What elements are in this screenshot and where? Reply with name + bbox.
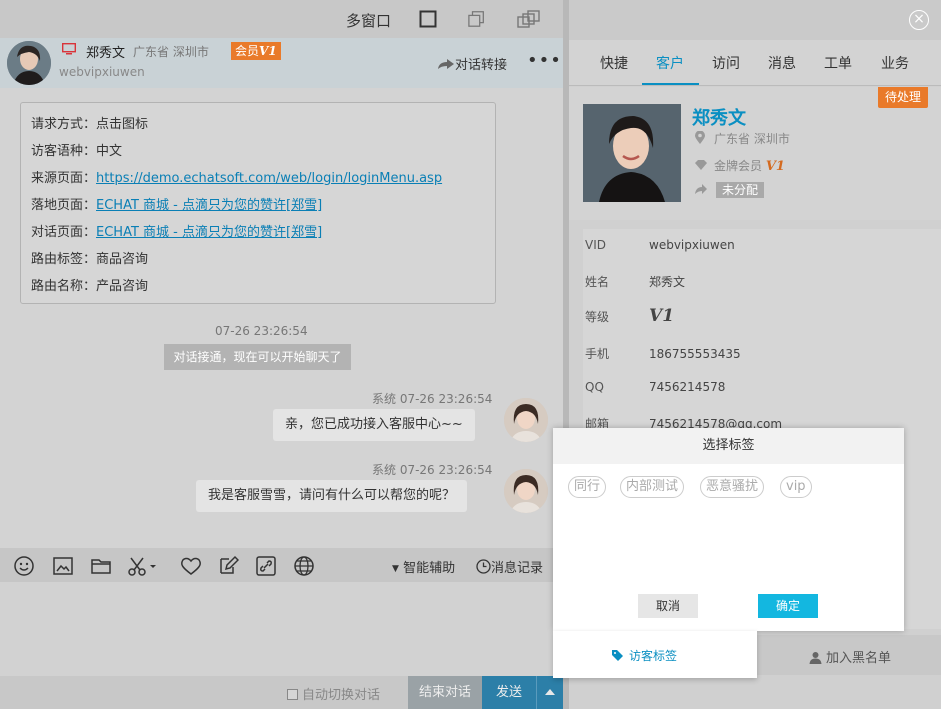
message-history-button[interactable]: 消息记录 <box>476 557 543 576</box>
dropdown-triangle-icon: ▼ <box>392 564 399 574</box>
connect-timestamp: 07-26 23:26:54 <box>215 324 308 338</box>
visitor-info-card: 请求方式：点击图标 访客语种：中文 来源页面：https://demo.echa… <box>20 102 496 304</box>
info-row-route-tag: 路由标签：商品咨询 <box>31 252 149 267</box>
edit-note-icon[interactable] <box>217 555 239 577</box>
message-input[interactable] <box>0 582 563 676</box>
tag-chip[interactable]: 内部测试 <box>620 476 685 498</box>
smart-assist-button[interactable]: ▼ 智能辅助 <box>392 557 455 576</box>
folder-icon[interactable] <box>90 555 112 577</box>
select-tag-dialog: 选择标签 同行 内部测试 恶意骚扰 vip 取消 确定 <box>553 428 904 631</box>
panel-top-bar: × <box>569 0 941 40</box>
favorite-heart-icon[interactable] <box>180 555 202 577</box>
info-row-request: 请求方式：点击图标 <box>31 117 149 132</box>
landing-page-link[interactable]: ECHAT 商城 - 点滴只为您的赞许[郑雪] <box>96 198 322 213</box>
auto-switch-checkbox[interactable]: 自动切换对话 <box>287 684 380 703</box>
info-row-source: 来源页面：https://demo.echatsoft.com/web/logi… <box>31 171 443 186</box>
chat-page-link[interactable]: ECHAT 商城 - 点滴只为您的赞许[郑雪] <box>96 225 322 240</box>
agent-avatar <box>504 469 548 513</box>
tag-chip[interactable]: 恶意骚扰 <box>700 476 765 498</box>
detail-row-qq: QQ 7456214578 <box>585 380 726 394</box>
member-badge: 会员V1 <box>231 42 281 60</box>
tab-customer[interactable]: 客户 <box>656 53 684 73</box>
panel-tabs: 快捷 客户 访问 消息 工单 业务 <box>569 40 941 86</box>
add-blacklist-button[interactable]: 加入黑名单 <box>809 647 891 666</box>
active-tab-indicator <box>642 83 699 85</box>
caret-up-icon <box>545 689 555 695</box>
tag-chip[interactable]: vip <box>780 476 812 498</box>
tab-business[interactable]: 业务 <box>881 53 909 73</box>
input-toolbar: ▼ 智能辅助 消息记录 <box>0 548 563 582</box>
customer-assign: 未分配 <box>694 182 765 198</box>
info-row-chat-page: 对话页面：ECHAT 商城 - 点滴只为您的赞许[郑雪] <box>31 225 323 240</box>
restore-icon[interactable] <box>468 10 486 28</box>
message-bubble: 亲，您已成功接入客服中心~~ <box>273 409 475 441</box>
title-bar: 多窗口 <box>0 0 563 38</box>
message-area: 请求方式：点击图标 访客语种：中文 来源页面：https://demo.echa… <box>0 88 563 548</box>
info-row-landing: 落地页面：ECHAT 商城 - 点滴只为您的赞许[郑雪] <box>31 198 323 213</box>
message-meta: 系统 07-26 23:26:54 <box>372 463 493 477</box>
unassigned-badge[interactable]: 未分配 <box>716 182 765 198</box>
chat-header: 郑秀文 广东省 深圳市 会员V1 webvipxiuwen 对话转接 ••• <box>0 38 563 88</box>
image-icon[interactable] <box>52 555 74 577</box>
visitor-id: webvipxiuwen <box>59 65 145 79</box>
link-icon[interactable] <box>255 555 277 577</box>
location-pin-icon <box>695 130 705 144</box>
dialog-title: 选择标签 <box>553 428 904 464</box>
visitor-avatar <box>7 41 51 85</box>
tab-visit[interactable]: 访问 <box>712 53 740 73</box>
screenshot-scissors-icon[interactable] <box>126 555 160 577</box>
customer-level-badge: V1 <box>765 159 785 174</box>
globe-icon[interactable] <box>293 555 315 577</box>
tab-ticket[interactable]: 工单 <box>824 53 852 73</box>
connect-note: 对话接通，现在可以开始聊天了 <box>164 344 351 370</box>
maximize-icon[interactable] <box>419 10 437 28</box>
detail-row-level: 等级 V1 <box>585 306 675 326</box>
emoji-icon[interactable] <box>13 555 35 577</box>
tab-message[interactable]: 消息 <box>768 53 796 73</box>
share-arrow-icon <box>695 184 707 194</box>
more-options-icon[interactable]: ••• <box>527 50 562 71</box>
detail-row-vid: VID webvipxiuwen <box>585 238 735 252</box>
cancel-button[interactable]: 取消 <box>638 594 698 618</box>
close-icon[interactable]: × <box>909 10 929 30</box>
info-row-route-name: 路由名称：产品咨询 <box>31 279 149 294</box>
tag-chip[interactable]: 同行 <box>568 476 607 498</box>
message-bubble: 我是客服雪雪，请问有什么可以帮您的呢？ <box>196 480 468 512</box>
customer-photo <box>583 104 681 202</box>
message-meta: 系统 07-26 23:26:54 <box>372 392 493 406</box>
send-button[interactable]: 发送 <box>482 676 536 709</box>
pending-badge: 待处理 <box>878 87 928 108</box>
detail-row-name: 姓名 郑秀文 <box>585 275 686 289</box>
customer-profile: 待处理 郑秀文 广东省 深圳市 金牌会员 V1 未分配 <box>569 87 941 220</box>
customer-location: 广东省 深圳市 <box>694 130 790 147</box>
user-icon <box>809 652 822 664</box>
visitor-tag-button[interactable]: 访客标签 <box>553 631 757 678</box>
multi-window-label[interactable]: 多窗口 <box>346 10 391 31</box>
send-bar: 自动切换对话 结束对话 发送 <box>0 676 563 709</box>
visitor-location: 广东省 深圳市 <box>133 45 209 59</box>
multi-window-icon[interactable] <box>517 10 541 28</box>
transfer-button[interactable]: 对话转接 <box>437 54 507 73</box>
confirm-button[interactable]: 确定 <box>758 594 818 618</box>
diamond-icon <box>695 160 707 170</box>
transfer-arrow-icon <box>438 59 454 69</box>
end-chat-button[interactable]: 结束对话 <box>408 676 482 709</box>
tab-shortcut[interactable]: 快捷 <box>600 53 628 73</box>
chat-pane: 多窗口 郑秀文 广东省 深圳市 会员V1 webvipxiuwen 对话转接 •… <box>0 0 563 709</box>
send-options-button[interactable] <box>536 676 563 709</box>
clock-icon <box>476 559 491 574</box>
visitor-name: 郑秀文 <box>86 46 126 61</box>
monitor-icon <box>62 43 76 55</box>
tag-icon <box>612 650 623 661</box>
detail-row-phone: 手机 186755553435 <box>585 347 741 361</box>
source-page-link[interactable]: https://demo.echatsoft.com/web/login/log… <box>96 171 442 186</box>
info-row-language: 访客语种：中文 <box>31 144 123 159</box>
customer-member: 金牌会员 V1 <box>694 157 785 174</box>
customer-name: 郑秀文 <box>692 108 746 129</box>
agent-avatar <box>504 398 548 442</box>
